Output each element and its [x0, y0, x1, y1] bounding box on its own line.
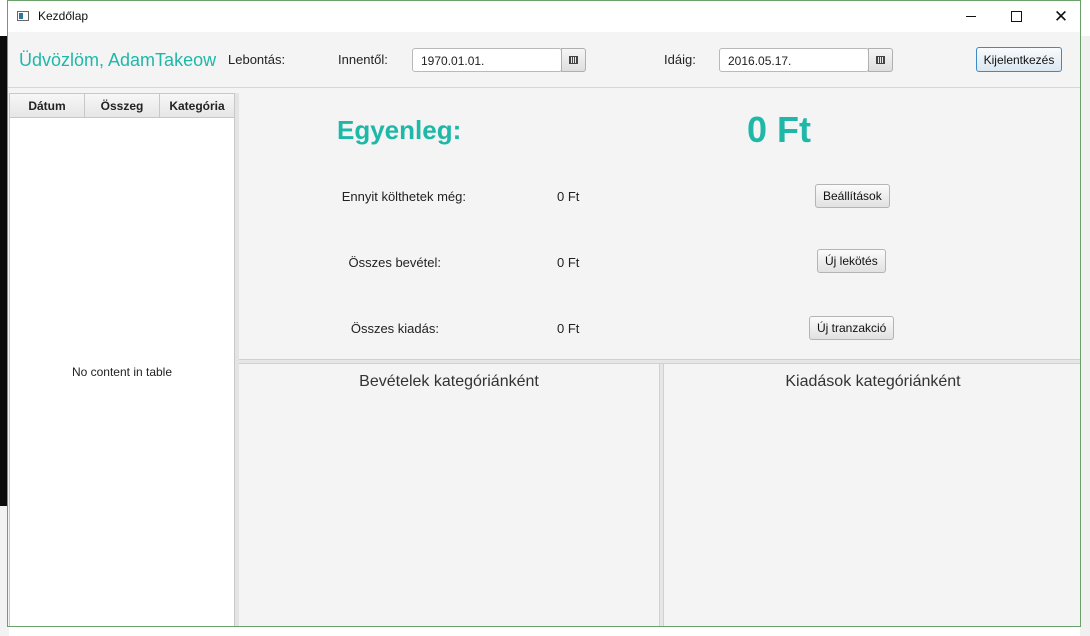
- expense-chart-title: Kiadások kategóriánként: [785, 373, 961, 390]
- table-empty-message: No content in table: [71, 365, 173, 379]
- to-date-picker-button[interactable]: [868, 48, 893, 72]
- greeting-label: Üdvözlöm, AdamTakeow: [19, 50, 217, 70]
- background-app-right: [1080, 36, 1090, 636]
- income-chart-title: Bevételek kategóriánként: [359, 373, 539, 390]
- new-transaction-button[interactable]: Új tranzakció: [809, 316, 895, 340]
- balance-label: Egyenleg:: [337, 115, 462, 145]
- expense-chart-panel: Kiadások kategóriánként: [664, 364, 1080, 626]
- balance-value: 0 Ft: [747, 109, 812, 150]
- calendar-icon: [876, 56, 885, 64]
- summary-panel: Egyenleg: 0 Ft Ennyit költhetek még: 0 F…: [239, 93, 1080, 626]
- to-date-label: Idáig:: [664, 52, 696, 67]
- total-expense-label: Összes kiadás:: [350, 321, 439, 336]
- column-header-amount[interactable]: Összeg: [85, 94, 160, 117]
- main-window: Kezdőlap ✕ Üdvözlöm, AdamTakeow Lebontás…: [7, 0, 1081, 627]
- window-title: Kezdőlap: [38, 9, 89, 23]
- breakdown-label: Lebontás:: [228, 52, 286, 67]
- close-icon: ✕: [1053, 7, 1069, 26]
- remaining-budget-value: 0 Ft: [557, 189, 580, 204]
- title-bar[interactable]: Kezdőlap ✕: [8, 1, 1080, 32]
- app-icon: [17, 11, 29, 21]
- toolbar: Üdvözlöm, AdamTakeow Lebontás: Innentől:…: [8, 32, 1080, 88]
- from-date-input[interactable]: 1970.01.01.: [412, 48, 562, 72]
- calendar-icon: [569, 56, 578, 64]
- column-header-category[interactable]: Kategória: [160, 94, 234, 117]
- table-header: Dátum Összeg Kategória: [10, 94, 234, 118]
- new-commitment-button[interactable]: Új lekötés: [817, 249, 886, 273]
- minimize-button[interactable]: [948, 1, 994, 32]
- settings-button[interactable]: Beállítások: [815, 184, 890, 208]
- logout-button[interactable]: Kijelentkezés: [976, 47, 1062, 72]
- maximize-button[interactable]: [993, 1, 1039, 32]
- total-expense-value: 0 Ft: [557, 321, 580, 336]
- minimize-icon: [966, 16, 976, 17]
- total-income-label: Összes bevétel:: [348, 255, 442, 270]
- to-date-input[interactable]: 2016.05.17.: [719, 48, 869, 72]
- total-income-value: 0 Ft: [557, 255, 580, 270]
- income-chart-panel: Bevételek kategóriánként: [239, 364, 659, 626]
- maximize-icon: [1010, 11, 1022, 22]
- from-date-picker-button[interactable]: [561, 48, 586, 72]
- close-button[interactable]: ✕: [1038, 1, 1080, 32]
- transactions-table[interactable]: Dátum Összeg Kategória No content in tab…: [9, 93, 235, 626]
- remaining-budget-label: Ennyit költhetek még:: [341, 189, 466, 204]
- from-date-label: Innentől:: [338, 52, 388, 67]
- column-header-date[interactable]: Dátum: [10, 94, 85, 117]
